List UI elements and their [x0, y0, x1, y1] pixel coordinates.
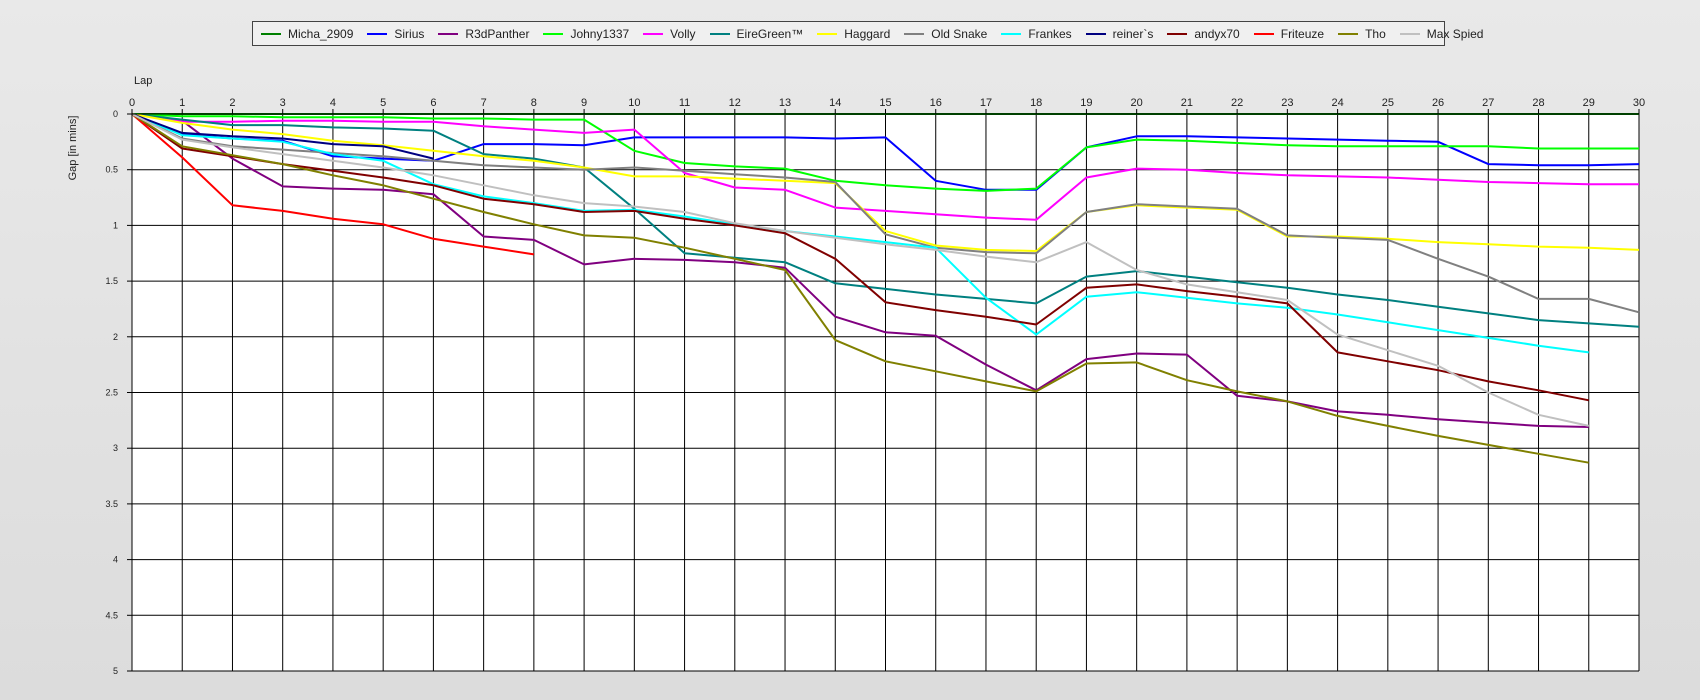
x-tick-label: 18 — [1030, 97, 1042, 109]
x-tick-label: 26 — [1432, 97, 1444, 109]
x-tick-label: 20 — [1131, 97, 1143, 109]
x-tick-label: 24 — [1331, 97, 1343, 109]
y-tick-label: 4 — [113, 555, 118, 565]
y-tick-label: 2.5 — [105, 388, 118, 398]
y-axis-label: Gap [in mins] — [67, 116, 79, 181]
x-tick-label: 12 — [729, 97, 741, 109]
y-tick-label: 0.5 — [105, 165, 118, 175]
gap-chart: 0 1 2 3 4 5 6 7 8 9 10 11 12 13 14 15 16 17 18 19 20 21 22 23 24… — [67, 75, 1645, 676]
y-tick-label: 2 — [113, 332, 118, 342]
x-tick-label: 27 — [1482, 97, 1494, 109]
x-tick-label: 30 — [1633, 97, 1645, 109]
x-tick-label: 9 — [581, 97, 587, 109]
x-tick-label: 29 — [1583, 97, 1595, 109]
y-tick-label: 0 — [113, 109, 118, 119]
x-tick-label: 6 — [430, 97, 436, 109]
y-tick-label: 5 — [113, 666, 118, 676]
x-tick-label: 25 — [1382, 97, 1394, 109]
x-tick-label: 16 — [930, 97, 942, 109]
x-tick-label: 17 — [980, 97, 992, 109]
y-tick-label: 3 — [113, 443, 118, 453]
x-tick-label: 2 — [229, 97, 235, 109]
x-tick-label: 22 — [1231, 97, 1243, 109]
x-tick-label: 7 — [481, 97, 487, 109]
x-tick-label: 4 — [330, 97, 336, 109]
x-tick-label: 21 — [1181, 97, 1193, 109]
x-tick-label: 8 — [531, 97, 537, 109]
x-tick-label: 13 — [779, 97, 791, 109]
x-tick-label: 15 — [879, 97, 891, 109]
y-tick-label: 3.5 — [105, 499, 118, 509]
y-tick-label: 1 — [113, 220, 118, 230]
x-tick-label: 1 — [179, 97, 185, 109]
x-axis-label: Lap — [134, 75, 152, 87]
y-tick-label: 4.5 — [105, 610, 118, 620]
x-tick-label: 23 — [1281, 97, 1293, 109]
x-tick-label: 5 — [380, 97, 386, 109]
x-tick-label: 19 — [1080, 97, 1092, 109]
x-tick-label: 0 — [129, 97, 135, 109]
x-tick-label: 28 — [1532, 97, 1544, 109]
x-tick-label: 10 — [628, 97, 640, 109]
x-tick-label: 11 — [679, 97, 690, 109]
x-tick-label: 3 — [280, 97, 286, 109]
x-tick-label: 14 — [829, 97, 841, 109]
y-tick-label: 1.5 — [105, 276, 118, 286]
